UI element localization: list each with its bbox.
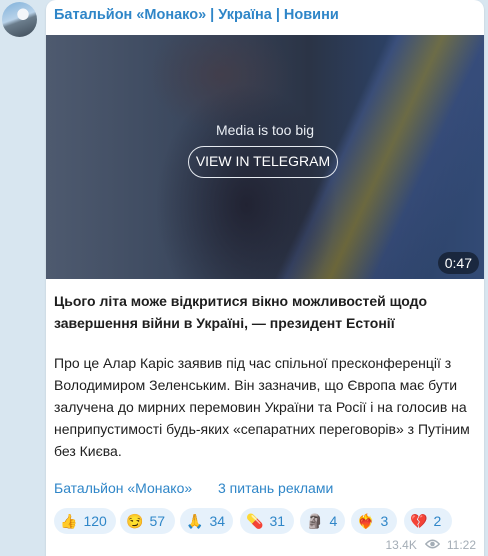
message-time: 11:22 [446, 538, 476, 552]
message-meta: 13.4K 11:22 [386, 538, 477, 552]
ads-link[interactable]: 3 питань реклами [218, 480, 333, 496]
view-in-telegram-button[interactable]: VIEW IN TELEGRAM [188, 146, 338, 178]
channel-link[interactable]: Батальйон «Монако» [54, 480, 192, 496]
pill-icon: 💊 [246, 513, 264, 529]
heart-on-fire-icon: ❤️‍🔥 [357, 513, 375, 529]
reaction-broken-heart[interactable]: 💔 2 [404, 508, 452, 534]
reaction-count: 2 [433, 513, 442, 529]
post-headline: Цього літа може відкритися вікно можливо… [54, 293, 428, 331]
reaction-heart-on-fire[interactable]: ❤️‍🔥 3 [351, 508, 397, 534]
thumbs-up-icon: 👍 [60, 513, 78, 529]
post-body: Про це Алар Каріс заявив під час спільно… [54, 355, 470, 459]
reaction-count: 31 [269, 513, 286, 529]
reaction-count: 57 [149, 513, 166, 529]
reaction-folded-hands[interactable]: 🙏 34 [180, 508, 233, 534]
video-preview[interactable]: Media is too big VIEW IN TELEGRAM 0:47 [46, 35, 484, 279]
reaction-pill[interactable]: 💊 31 [240, 508, 294, 534]
reaction-count: 34 [209, 513, 226, 529]
reaction-moai[interactable]: 🗿 4 [300, 508, 345, 534]
channel-avatar[interactable] [2, 2, 37, 37]
eye-icon [424, 538, 440, 552]
view-count: 13.4K [385, 538, 417, 552]
reaction-thumbs-up[interactable]: 👍 120 [54, 508, 116, 534]
folded-hands-icon: 🙏 [186, 513, 204, 529]
smirk-face-icon: 😏 [126, 513, 144, 529]
channel-name[interactable]: Батальйон «Монако» | Україна | Новини [54, 7, 339, 23]
reaction-smirk[interactable]: 😏 57 [120, 508, 175, 534]
media-too-big-label: Media is too big [215, 122, 315, 138]
reaction-count: 120 [83, 513, 107, 529]
moai-icon: 🗿 [306, 513, 324, 529]
video-duration: 0:47 [437, 252, 479, 274]
reaction-count: 4 [329, 513, 338, 529]
broken-heart-icon: 💔 [410, 513, 428, 529]
reaction-count: 3 [380, 513, 389, 529]
